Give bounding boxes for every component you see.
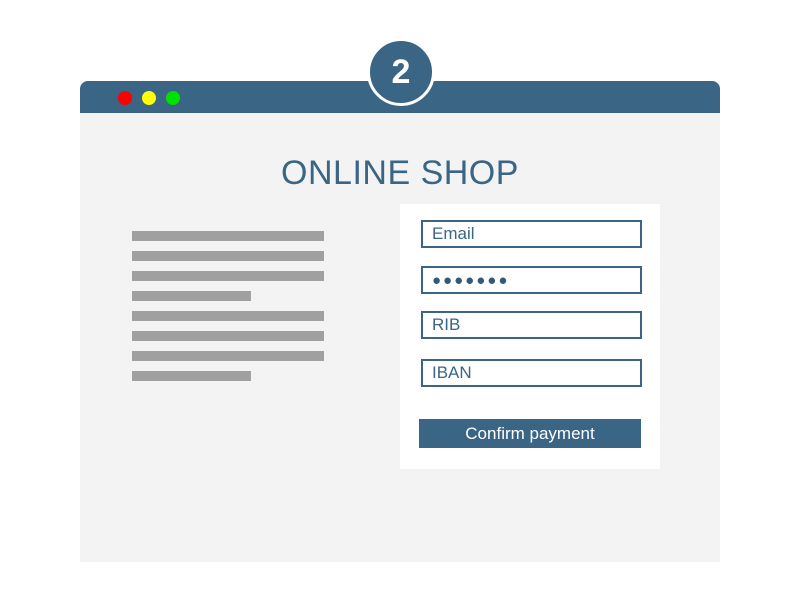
text-line: [132, 231, 324, 241]
page-title: ONLINE SHOP: [281, 154, 519, 192]
text-line: [132, 351, 324, 361]
close-dot[interactable]: [118, 91, 132, 105]
text-line: [132, 311, 324, 321]
email-field-box: [421, 220, 642, 248]
password-field-box: [421, 266, 642, 294]
step-number: 2: [391, 52, 411, 91]
rib-field-box: [421, 311, 642, 339]
browser-window: ONLINE SHOP Confirm payment: [80, 81, 720, 562]
text-line: [132, 271, 324, 281]
text-line: [132, 331, 324, 341]
rib-field[interactable]: [423, 313, 640, 337]
password-field[interactable]: [423, 268, 640, 292]
maximize-dot[interactable]: [166, 91, 180, 105]
minimize-dot[interactable]: [142, 91, 156, 105]
text-line: [132, 371, 251, 381]
text-line: [132, 251, 324, 261]
iban-field-box: [421, 359, 642, 387]
confirm-payment-button[interactable]: Confirm payment: [419, 419, 641, 448]
payment-form: Confirm payment: [400, 204, 660, 469]
email-field[interactable]: [423, 222, 640, 246]
step-number-badge: 2: [367, 38, 435, 106]
iban-field[interactable]: [423, 361, 640, 385]
text-line: [132, 291, 251, 301]
